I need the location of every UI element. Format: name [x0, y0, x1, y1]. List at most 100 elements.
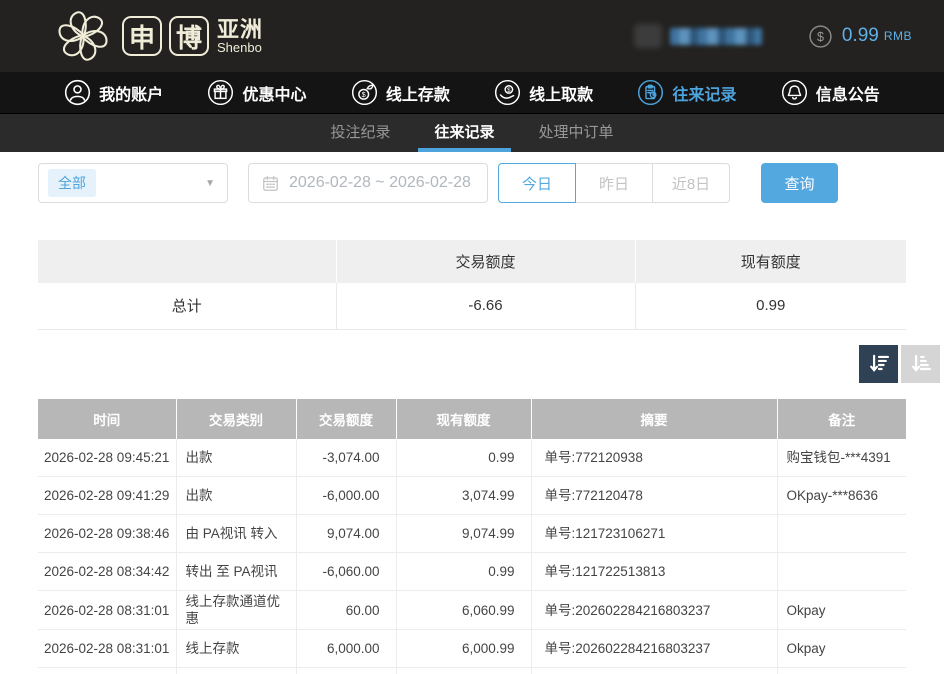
sort-ascending-button[interactable]	[901, 345, 940, 383]
sort-controls	[38, 345, 940, 383]
table-cell: 6,000.00	[296, 630, 396, 668]
dollar-coin-icon: $	[808, 24, 833, 49]
logo-region: 亚洲	[217, 18, 263, 41]
last-8-days-button[interactable]: 近8日	[652, 163, 730, 203]
summary-total-row: 总计 -6.66 0.99	[38, 283, 906, 329]
table-cell	[396, 668, 531, 674]
table-cell: OKpay-***8636	[777, 477, 906, 515]
selected-type-chip: 全部	[48, 169, 96, 197]
nav-item-my-account[interactable]: 我的账户	[64, 79, 163, 106]
col-header-summary: 摘要	[531, 399, 777, 439]
table-cell: 2026-02-28 08:34:42	[38, 553, 176, 591]
table-cell: -3,074.00	[296, 439, 396, 477]
table-cell: 9,074.99	[396, 515, 531, 553]
summary-table: 交易额度 现有额度 总计 -6.66 0.99	[38, 240, 906, 330]
query-button[interactable]: 查询	[761, 163, 838, 203]
table-cell	[296, 668, 396, 674]
today-button[interactable]: 今日	[498, 163, 576, 203]
avatar[interactable]	[634, 24, 662, 48]
gift-icon	[207, 79, 234, 106]
yesterday-button[interactable]: 昨日	[575, 163, 653, 203]
filter-row: 全部 ▼ 2026-02-28 ~ 2026-02-28 今日 昨日 近8日 查…	[38, 163, 906, 203]
logo-char-1: 申	[122, 16, 162, 56]
table-row: 2026-02-28 08:31:01线上存款6,000.006,000.99单…	[38, 630, 906, 668]
table-cell: 2026-02-28 08:31:01	[38, 591, 176, 630]
logo-char-2: 博	[169, 16, 209, 56]
table-cell	[777, 553, 906, 591]
summary-total-label: 总计	[38, 283, 336, 329]
table-cell: 3,074.99	[396, 477, 531, 515]
table-cell: 6,000.99	[396, 630, 531, 668]
table-cell: 2026-02-28 09:41:29	[38, 477, 176, 515]
summary-header-row: 交易额度 现有额度	[38, 240, 906, 283]
table-row: 2026-02-28 09:41:29出款-6,000.003,074.99单号…	[38, 477, 906, 515]
table-cell: 出款	[176, 439, 296, 477]
svg-text:$: $	[361, 90, 365, 99]
table-cell	[176, 668, 296, 674]
table-cell: Okpay	[777, 591, 906, 630]
sort-descending-icon	[867, 352, 891, 376]
bell-icon	[781, 79, 808, 106]
col-header-trade-amount: 交易额度	[296, 399, 396, 439]
nav-item-announcements[interactable]: 信息公告	[781, 79, 880, 106]
table-cell	[531, 668, 777, 674]
balance-currency: RMB	[884, 29, 912, 43]
page: 申 博 亚洲 Shenbo $ 0.99 RMB	[0, 0, 944, 674]
user-area: $ 0.99 RMB	[634, 24, 912, 49]
transactions-header-row: 时间 交易类别 交易额度 现有额度 摘要 备注	[38, 399, 906, 439]
tab-betting-records[interactable]: 投注纪录	[314, 114, 406, 152]
table-cell: 单号:202602284216803237	[531, 591, 777, 630]
table-cell: 单号:772120938	[531, 439, 777, 477]
summary-current-balance: 0.99	[635, 283, 906, 329]
balance[interactable]: $ 0.99 RMB	[808, 24, 912, 49]
date-range-value: 2026-02-28 ~ 2026-02-28	[289, 174, 471, 192]
svg-text:$: $	[817, 29, 824, 43]
calendar-icon	[261, 174, 280, 193]
table-cell: 购宝钱包-***4391	[777, 439, 906, 477]
top-header: 申 博 亚洲 Shenbo $ 0.99 RMB	[0, 0, 944, 72]
logo-subtitle: Shenbo	[217, 41, 263, 55]
table-cell: 单号:202602284216803237	[531, 630, 777, 668]
col-header-current-balance: 现有额度	[396, 399, 531, 439]
date-range-picker[interactable]: 2026-02-28 ~ 2026-02-28	[248, 163, 488, 203]
flower-logo-icon	[52, 5, 114, 67]
chevron-down-icon: ▼	[205, 178, 215, 189]
tab-pending-orders[interactable]: 处理中订单	[523, 114, 630, 152]
table-cell: 0.99	[396, 553, 531, 591]
summary-header-current-balance: 现有额度	[635, 240, 906, 283]
svg-text:$: $	[507, 87, 511, 94]
table-cell: 2026-02-28 09:45:21	[38, 439, 176, 477]
col-header-time: 时间	[38, 399, 176, 439]
quick-date-buttons: 今日 昨日 近8日	[498, 163, 730, 203]
table-cell: Okpay	[777, 630, 906, 668]
sort-ascending-icon	[909, 352, 933, 376]
table-cell: 单号:121722513813	[531, 553, 777, 591]
nav-item-deposit[interactable]: $ 线上存款	[351, 79, 450, 106]
username-redacted[interactable]	[670, 28, 762, 45]
transactions-body: 2026-02-28 09:45:21出款-3,074.000.99单号:772…	[38, 439, 906, 674]
deposit-coin-icon: $	[351, 79, 378, 106]
table-cell: 单号:772120478	[531, 477, 777, 515]
table-cell: -6,000.00	[296, 477, 396, 515]
nav-item-withdraw[interactable]: $ 线上取款	[494, 79, 593, 106]
table-cell: 9,074.00	[296, 515, 396, 553]
table-cell	[38, 668, 176, 674]
table-cell: 60.00	[296, 591, 396, 630]
table-cell: 转出 至 PA视讯	[176, 553, 296, 591]
table-row: 2026-02-28 08:34:42转出 至 PA视讯-6,060.000.9…	[38, 553, 906, 591]
col-header-type: 交易类别	[176, 399, 296, 439]
nav-item-transaction-records[interactable]: 往来记录	[637, 79, 736, 106]
site-logo[interactable]: 申 博 亚洲 Shenbo	[52, 5, 263, 67]
table-row: 2026-02-28 09:38:46由 PA视讯 转入9,074.009,07…	[38, 515, 906, 553]
tab-transaction-records[interactable]: 往来记录	[418, 114, 510, 152]
table-cell: 6,060.99	[396, 591, 531, 630]
table-cell: 由 PA视讯 转入	[176, 515, 296, 553]
table-cell	[777, 515, 906, 553]
content: 全部 ▼ 2026-02-28 ~ 2026-02-28 今日 昨日 近8日 查…	[0, 163, 944, 674]
sort-descending-button[interactable]	[859, 345, 898, 383]
main-nav: 我的账户 优惠中心 $ 线上存款 $ 线上取款	[0, 72, 944, 114]
transaction-type-select[interactable]: 全部 ▼	[38, 163, 228, 203]
balance-amount: 0.99	[842, 25, 879, 47]
nav-item-promotions[interactable]: 优惠中心	[207, 79, 306, 106]
table-cell: 出款	[176, 477, 296, 515]
